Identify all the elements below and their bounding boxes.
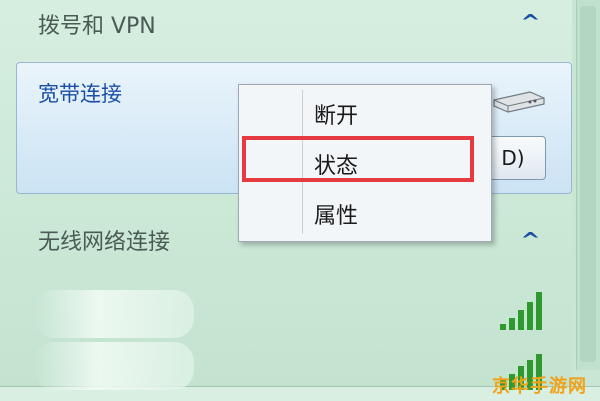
- wifi-network-item[interactable]: [34, 290, 194, 338]
- watermark: 京华手游网: [492, 376, 587, 397]
- section-title-wireless: 无线网络连接: [38, 230, 171, 255]
- collapse-wireless-caret-icon[interactable]: ^: [520, 228, 540, 252]
- menu-item-disconnect[interactable]: 断开: [314, 98, 358, 130]
- wifi-network-item[interactable]: [34, 342, 194, 390]
- wifi-signal-icon: [500, 292, 542, 330]
- status-highlight-box: [242, 136, 474, 182]
- menu-item-properties[interactable]: 属性: [314, 198, 358, 230]
- collapse-dialup-caret-icon[interactable]: ^: [520, 10, 540, 34]
- scrollbar-thumb[interactable]: [580, 6, 596, 362]
- scrollbar[interactable]: [576, 0, 600, 370]
- section-title-dialup-vpn: 拨号和 VPN: [38, 14, 156, 39]
- modem-icon: [493, 91, 545, 113]
- broadband-connection-name: 宽带连接: [38, 82, 122, 106]
